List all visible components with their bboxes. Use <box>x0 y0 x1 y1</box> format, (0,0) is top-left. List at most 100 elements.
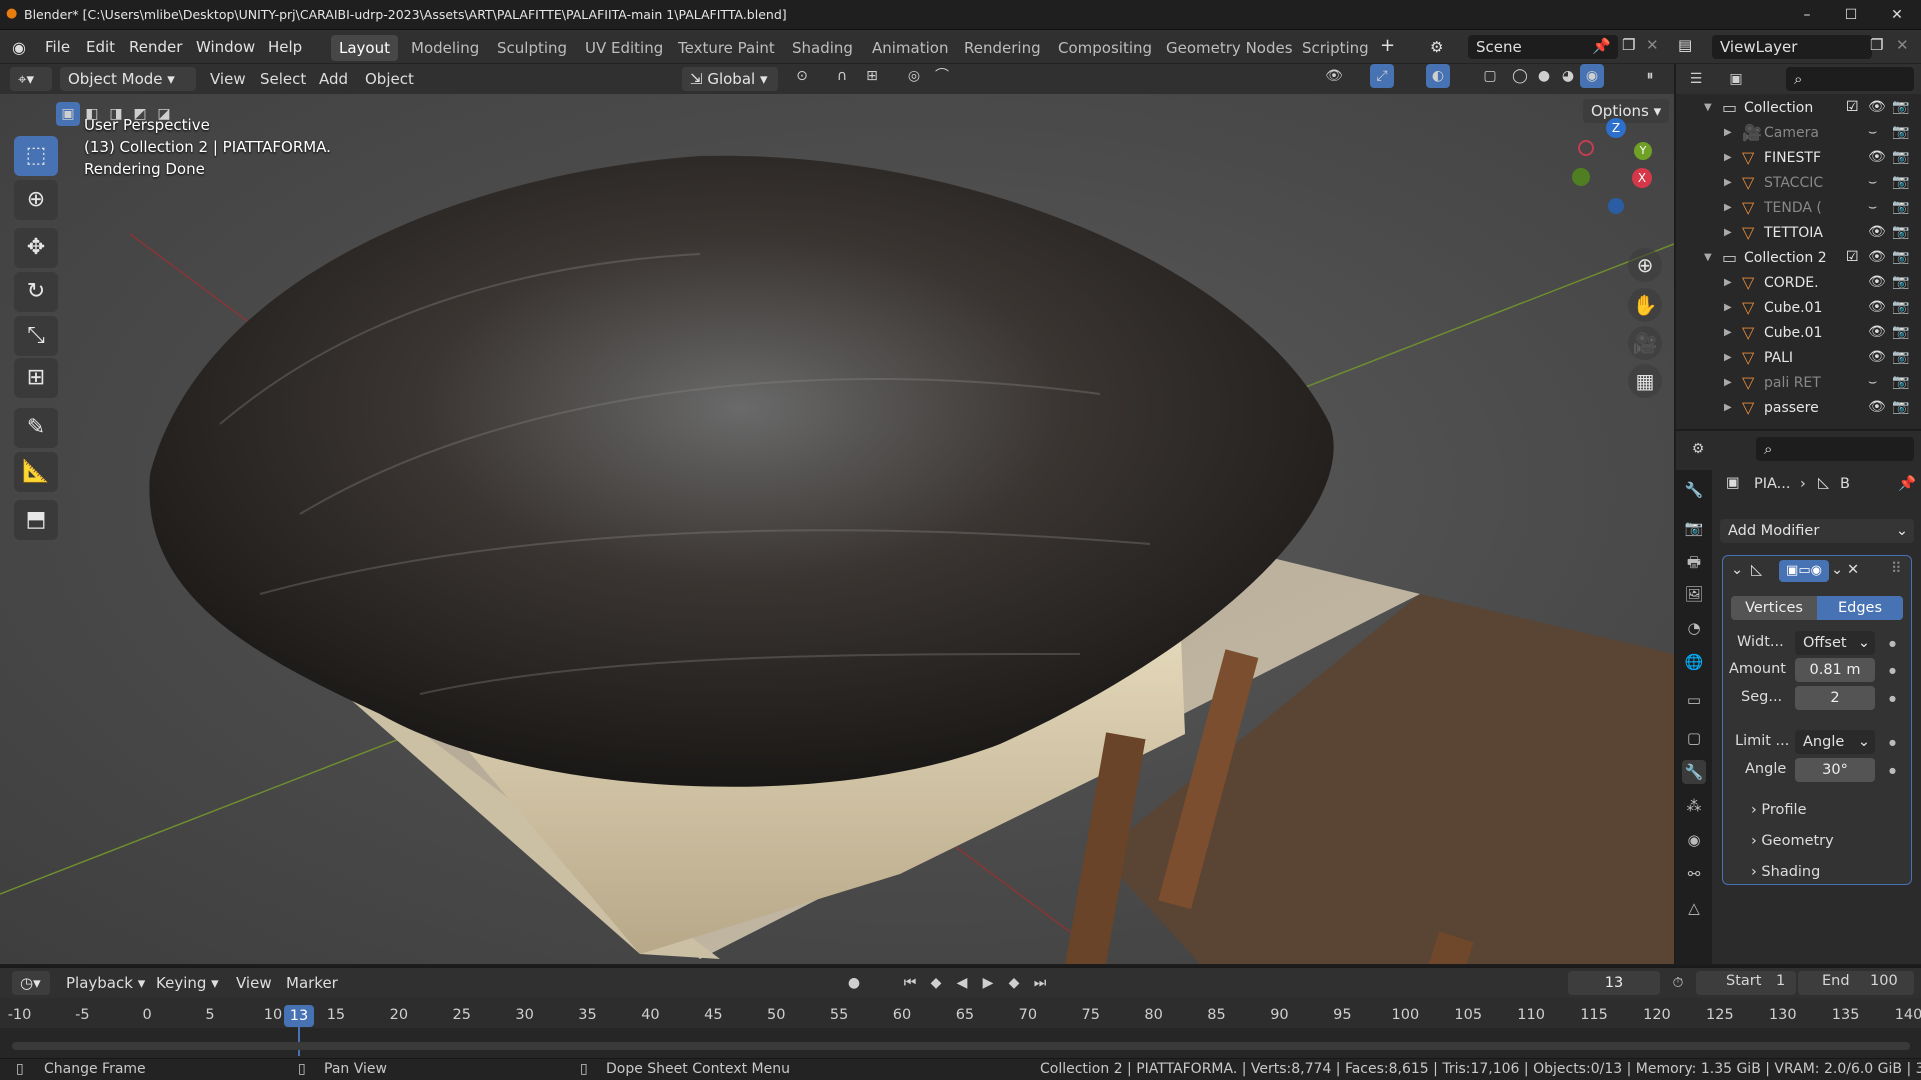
tab-modeling[interactable]: Modeling <box>403 35 487 61</box>
visibility-eye-icon[interactable]: 👁 <box>1868 299 1886 315</box>
visibility-icon[interactable]: 👁 <box>1322 64 1346 88</box>
blender-menu-icon[interactable]: ◉ <box>12 38 26 57</box>
current-frame-field[interactable]: 13 <box>1568 971 1660 995</box>
world-tab-icon[interactable]: 🌐 <box>1682 650 1706 674</box>
visibility-eye-icon[interactable]: 👁 <box>1868 149 1886 165</box>
gizmo-toggle-icon[interactable]: ⤢ <box>1370 64 1394 88</box>
gizmo-neg-x[interactable] <box>1578 140 1594 156</box>
rotate-tool-icon[interactable]: ↻ <box>14 272 58 312</box>
collapse-chevron-icon[interactable]: ⌄ <box>1731 562 1743 578</box>
render-camera-icon[interactable]: 📷 <box>1892 249 1909 265</box>
jump-to-start-icon[interactable]: ⏮ <box>898 971 922 995</box>
menu-window[interactable]: Window <box>196 38 255 56</box>
camera-view-icon[interactable]: 🎥 <box>1628 326 1662 360</box>
keyframe-dot-icon[interactable]: ● <box>1889 639 1896 648</box>
keyframe-dot-icon[interactable]: ● <box>1889 738 1896 747</box>
outliner-item[interactable]: ▶ ▽ Cube.01 👁 📷 <box>1676 321 1921 346</box>
display-mode-icon[interactable]: ▣ <box>1724 67 1748 91</box>
visibility-eye-icon[interactable]: 👁 <box>1868 274 1886 290</box>
gizmo-x-axis[interactable]: X <box>1632 168 1652 188</box>
navigation-gizmo[interactable]: Z Y X <box>1560 116 1660 216</box>
maximize-button[interactable]: ☐ <box>1836 4 1866 26</box>
visibility-eye-icon[interactable]: 👁 <box>1868 224 1886 240</box>
tab-geometry-nodes[interactable]: Geometry Nodes <box>1158 35 1301 61</box>
outliner-editor-type-icon[interactable]: ☰ <box>1684 67 1708 91</box>
outliner-item[interactable]: ▼ ▭ Collection 2 👁 📷 ☑ <box>1676 246 1921 271</box>
select-intersect-icon[interactable]: ◪ <box>152 102 176 126</box>
ortho-toggle-icon[interactable]: ▦ <box>1628 364 1662 398</box>
3d-viewport[interactable]: User Perspective (13) Collection 2 | PIA… <box>0 94 1674 964</box>
select-subtract-icon[interactable]: ◨ <box>104 102 128 126</box>
move-tool-icon[interactable]: ✥ <box>14 228 58 268</box>
proportional-edit-icon[interactable]: ◎ <box>902 64 926 88</box>
menu-playback[interactable]: Playback ▾ <box>66 974 145 992</box>
width-type-dropdown[interactable]: Offset ⌄ <box>1795 631 1875 655</box>
profile-subpanel[interactable]: › Profile <box>1751 802 1807 818</box>
play-icon[interactable]: ▶ <box>976 971 1000 995</box>
pin-icon[interactable]: 📌 <box>1898 475 1916 492</box>
view-layer-icon[interactable]: ▤ <box>1678 36 1692 54</box>
object-tab-icon[interactable]: ▢ <box>1682 726 1706 750</box>
render-camera-icon[interactable]: 📷 <box>1892 224 1909 240</box>
measure-tool-icon[interactable]: 📐 <box>14 452 58 492</box>
transform-orientation-dropdown[interactable]: ⇲ Global ▾ <box>682 67 778 91</box>
outliner-item[interactable]: ▶ ▽ CORDE. 👁 📷 <box>1676 271 1921 296</box>
preview-range-icon[interactable]: ⏱ <box>1666 971 1690 995</box>
rendered-shading-icon[interactable]: ◉ <box>1580 64 1604 88</box>
expand-arrow-icon[interactable]: ▶ <box>1724 327 1732 338</box>
output-tab-icon[interactable]: 🖶 <box>1682 550 1706 574</box>
gizmo-neg-z[interactable] <box>1608 198 1624 214</box>
menu-file[interactable]: File <box>45 38 70 56</box>
outliner-item[interactable]: ▶ ▽ FINESTF 👁 📷 <box>1676 146 1921 171</box>
angle-field[interactable]: 30° <box>1795 758 1875 782</box>
menu-marker[interactable]: Marker <box>286 974 338 992</box>
jump-to-prev-keyframe-icon[interactable]: ◆ <box>924 971 948 995</box>
new-scene-icon[interactable]: ❐ <box>1622 36 1635 54</box>
render-camera-icon[interactable]: 📷 <box>1892 274 1909 290</box>
menu-keying[interactable]: Keying ▾ <box>156 974 219 992</box>
timeline-scrollbar[interactable] <box>12 1042 1910 1050</box>
keyframe-dot-icon[interactable]: ● <box>1889 766 1896 775</box>
select-tool-icon[interactable]: ⬚ <box>14 136 58 176</box>
render-camera-icon[interactable]: 📷 <box>1892 324 1909 340</box>
expand-arrow-icon[interactable]: ▶ <box>1724 352 1732 363</box>
scene-selector-icon[interactable]: ⚙ <box>1430 38 1443 56</box>
modifier-visibility-toggles[interactable]: ▣▭◉ <box>1779 560 1829 582</box>
pan-hand-icon[interactable]: ✋ <box>1628 288 1662 322</box>
particles-tab-icon[interactable]: ⁂ <box>1682 794 1706 818</box>
mode-dropdown[interactable]: Object Mode ▾ <box>60 67 196 91</box>
drag-handle-icon[interactable]: ⠿ <box>1891 561 1902 577</box>
tab-rendering[interactable]: Rendering <box>956 35 1049 61</box>
outliner-item[interactable]: ▶ ▽ STACCIC ⌣ 📷 <box>1676 171 1921 196</box>
expand-arrow-icon[interactable]: ▶ <box>1724 277 1732 288</box>
select-difference-icon[interactable]: ◩ <box>128 102 152 126</box>
tab-texture-paint[interactable]: Texture Paint <box>670 35 783 61</box>
scene-tab-icon[interactable]: ◔ <box>1682 616 1706 640</box>
menu-object[interactable]: Object <box>365 70 414 88</box>
expand-arrow-icon[interactable]: ▶ <box>1724 152 1732 163</box>
add-modifier-dropdown[interactable]: Add Modifier ⌄ <box>1720 519 1914 543</box>
properties-editor-type-icon[interactable]: ⚙ <box>1686 437 1710 461</box>
timeline-editor-type-icon[interactable]: ◷▾ <box>12 971 50 995</box>
annotate-tool-icon[interactable]: ✎ <box>14 408 58 448</box>
menu-view[interactable]: View <box>210 70 246 88</box>
keyframe-dot-icon[interactable]: ● <box>1889 694 1896 703</box>
visibility-eye-icon[interactable]: 👁 <box>1868 99 1886 115</box>
menu-help[interactable]: Help <box>268 38 302 56</box>
transform-tool-icon[interactable]: ⊞ <box>14 358 58 398</box>
snap-target-icon[interactable]: ⊞ <box>860 64 884 88</box>
remove-modifier-icon[interactable]: ✕ <box>1847 562 1859 578</box>
exclude-checkbox[interactable]: ☑ <box>1846 249 1859 265</box>
expand-arrow-icon[interactable]: ▶ <box>1724 402 1732 413</box>
cursor-tool-icon[interactable]: ⊕ <box>14 180 58 220</box>
editor-type-icon[interactable]: ⌖▾ <box>10 67 52 91</box>
outliner-item[interactable]: ▶ ▽ Cube.01 👁 📷 <box>1676 296 1921 321</box>
new-view-layer-icon[interactable]: ❐ <box>1870 36 1883 54</box>
xray-toggle-icon[interactable]: ▢ <box>1478 64 1502 88</box>
exclude-checkbox[interactable]: ☑ <box>1846 99 1859 115</box>
tool-tab-icon[interactable]: 🔧 <box>1682 478 1706 502</box>
falloff-icon[interactable]: ⌒ <box>930 64 954 88</box>
menu-add[interactable]: Add <box>319 70 348 88</box>
data-tab-icon[interactable]: △ <box>1682 896 1706 920</box>
keyframe-dot-icon[interactable]: ● <box>1889 666 1896 675</box>
